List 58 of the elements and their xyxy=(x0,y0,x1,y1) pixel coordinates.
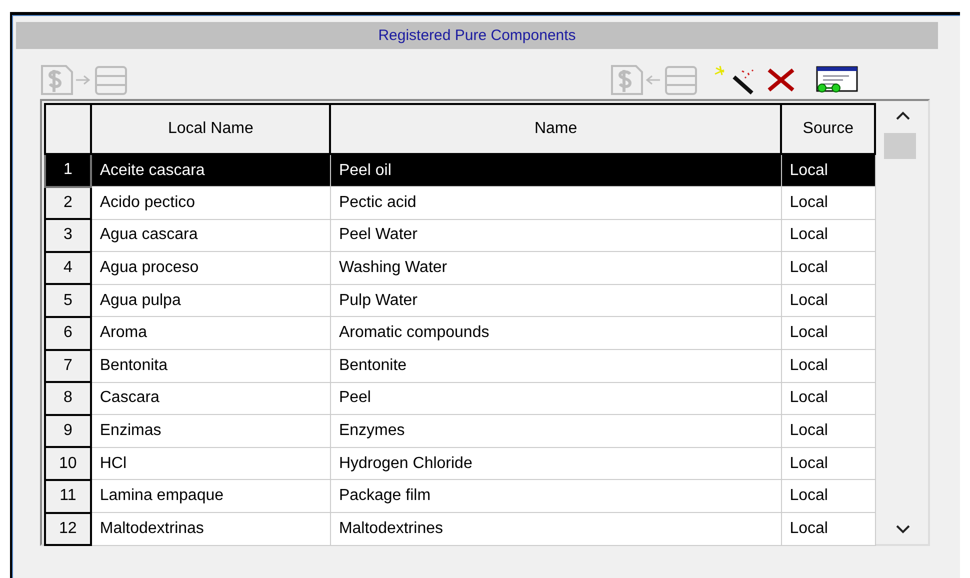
corner-header xyxy=(45,104,91,154)
table-cell: Local xyxy=(781,447,876,480)
row-number[interactable]: 3 xyxy=(45,219,91,252)
table-cell: Pulp Water xyxy=(330,284,782,317)
table-cell: Local xyxy=(781,154,876,187)
column-header[interactable]: Local Name xyxy=(90,104,330,154)
table-cell: HCl xyxy=(90,447,330,480)
table-cell: Acido pectico xyxy=(90,186,330,220)
table-cell: Maltodextrines xyxy=(330,512,782,546)
delete-icon xyxy=(766,67,796,93)
table-cell: Lamina empaque xyxy=(90,480,330,513)
table-cell: Cascara xyxy=(90,382,330,415)
table-cell: Package film xyxy=(330,480,782,513)
table-cell: Local xyxy=(781,219,876,252)
document-glasses-icon xyxy=(814,66,858,94)
table-cell: Local xyxy=(781,414,876,448)
table-cell: Aromatic compounds xyxy=(330,316,782,350)
table-cell: Peel oil xyxy=(330,154,782,187)
table-cell: Local xyxy=(781,512,876,546)
scroll-down-icon[interactable] xyxy=(896,525,910,534)
row-number[interactable]: 9 xyxy=(45,414,91,448)
row-number[interactable]: 1 xyxy=(45,154,91,187)
row-number[interactable]: 10 xyxy=(45,447,91,480)
row-number[interactable]: 6 xyxy=(45,316,91,350)
table-cell: Agua pulpa xyxy=(90,284,330,317)
table-cell: Aroma xyxy=(90,316,330,350)
table-cell: Local xyxy=(781,252,876,284)
table-cell: Peel Water xyxy=(330,219,782,252)
table-cell: Local xyxy=(781,186,876,220)
row-number[interactable]: 5 xyxy=(45,284,91,317)
row-number[interactable]: 12 xyxy=(45,512,91,546)
panel-title: Registered Pure Components xyxy=(16,22,938,49)
row-number[interactable]: 8 xyxy=(45,382,91,415)
column-header[interactable]: Name xyxy=(330,104,782,154)
table-cell: Bentonite xyxy=(330,350,782,382)
table-cell: Enzimas xyxy=(90,414,330,448)
table-cell: Maltodextrinas xyxy=(90,512,330,546)
table-cell: Aceite cascara xyxy=(90,154,330,187)
table-cell: Pectic acid xyxy=(330,186,782,220)
table-cell: Local xyxy=(781,316,876,350)
table-cell: Local xyxy=(781,350,876,382)
scroll-thumb[interactable] xyxy=(884,133,916,159)
table-cell: Peel xyxy=(330,382,782,415)
table-cell: Bentonita xyxy=(90,350,330,382)
table-cell: Enzymes xyxy=(330,414,782,448)
column-header[interactable]: Source xyxy=(781,104,876,154)
table-cell: Local xyxy=(781,480,876,513)
table-cell: Agua cascara xyxy=(90,219,330,252)
scroll-up-icon[interactable] xyxy=(896,111,910,120)
table-cell: Local xyxy=(781,382,876,415)
table-cell: Washing Water xyxy=(330,252,782,284)
row-number[interactable]: 11 xyxy=(45,480,91,513)
row-number[interactable]: 2 xyxy=(45,186,91,220)
table-cell: Agua proceso xyxy=(90,252,330,284)
table-cell: Local xyxy=(781,284,876,317)
row-number[interactable]: 7 xyxy=(45,350,91,382)
row-number[interactable]: 4 xyxy=(45,252,91,284)
table-cell: Hydrogen Chloride xyxy=(330,447,782,480)
